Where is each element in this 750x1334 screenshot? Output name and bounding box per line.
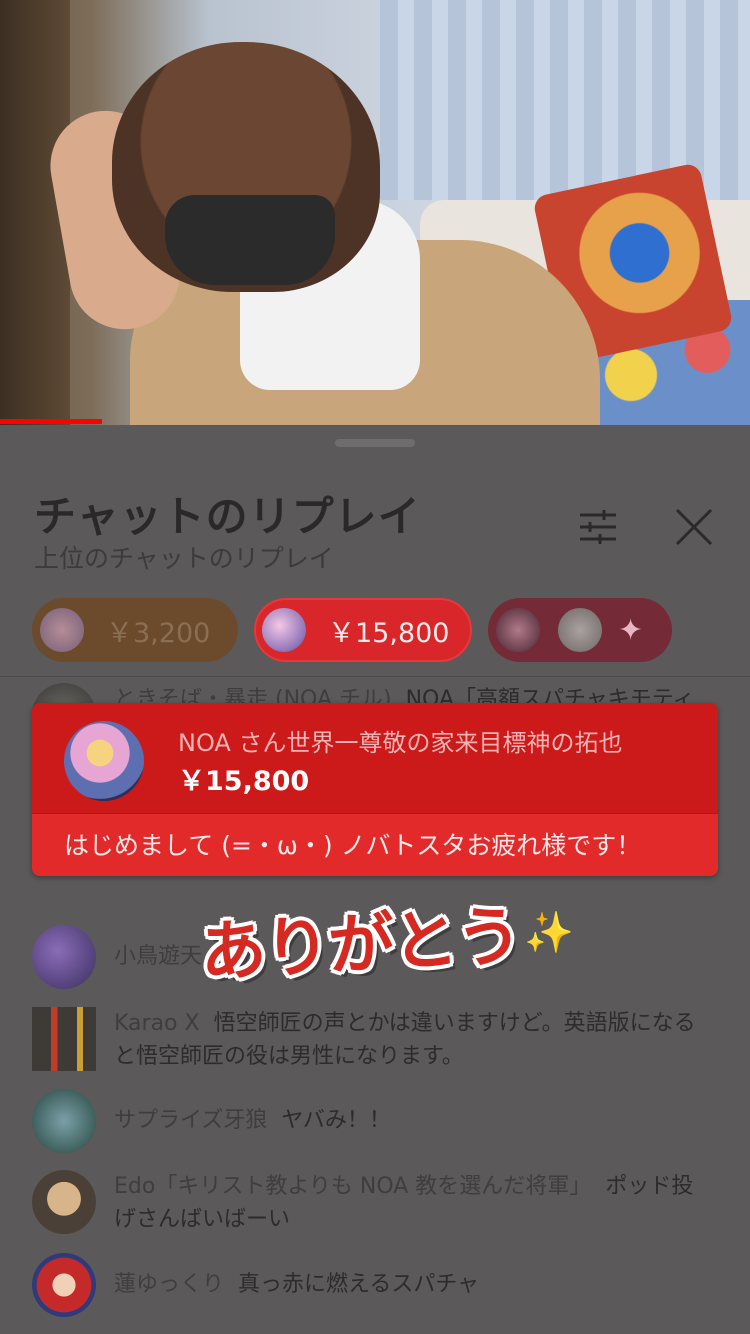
sparkle-icon: ✨ [524,910,574,956]
message-author: 小鳥遊天 [114,944,203,969]
superchat-chip-selected[interactable]: ￥15,800 [254,598,472,662]
message-author: Karao X [114,1011,200,1036]
avatar[interactable] [32,1170,96,1234]
message-text: ヤバみ！！ [281,1108,391,1133]
avatar[interactable] [32,1089,96,1153]
chat-message: Edo「キリスト教よりも NOA 教を選んだ将軍」 ポッド投げさんばいばーい [32,1170,722,1236]
avatar [496,608,540,652]
avatar [262,608,306,652]
sparkles-icon: ✦ [618,612,644,648]
superchat-chip[interactable]: ✦ [488,598,672,662]
chip-amount: ￥15,800 [328,617,450,649]
avatar[interactable] [32,925,96,989]
video-progress-bar[interactable] [0,419,102,424]
face-mask [165,195,335,285]
video-player[interactable] [0,0,750,425]
sticker-avatar [558,608,602,652]
message-author: サプライズ牙狼 [114,1108,268,1133]
chat-replay-sheet: チャットのリプレイ 上位のチャットのリプレイ ￥3,200 ￥15,800 ✦ … [0,425,750,1334]
superchat-message: はじめまして (=・ω・) ノバトスタお疲れ様です！ [32,813,718,876]
message-text: 悟空師匠の声とかは違いますけど。英語版になると悟空師匠の役は男性になります。 [114,1011,696,1069]
chat-message: サプライズ牙狼 ヤバみ！！ [32,1089,722,1153]
avatar[interactable] [32,1007,96,1071]
superchat-chip[interactable]: ￥3,200 [32,598,238,662]
divider [0,676,750,677]
close-icon[interactable] [674,507,714,547]
sheet-subtitle[interactable]: 上位のチャットのリプレイ [34,539,334,575]
chat-message: Karao X 悟空師匠の声とかは違いますけど。英語版になると悟空師匠の役は男性に… [32,1007,722,1073]
message-author: 蓮ゆっくり [114,1272,225,1297]
drag-handle[interactable] [335,439,415,447]
chat-message: 蓮ゆっくり 真っ赤に燃えるスパチャ [32,1253,722,1317]
filter-icon[interactable] [578,509,618,545]
chip-amount: ￥3,200 [106,617,211,649]
avatar[interactable] [32,1253,96,1317]
superchat-card[interactable]: NOA さん世界一尊敬の家来目標神の拓也 ￥15,800 はじめまして (=・ω… [32,703,718,876]
avatar[interactable] [64,721,144,801]
thank-you-sticker: ありがとう [198,896,523,992]
message-author: Edo「キリスト教よりも NOA 教を選んだ将軍」 [114,1174,592,1199]
avatar [40,608,84,652]
superchat-author: NOA さん世界一尊敬の家来目標神の拓也 [178,729,623,757]
message-text: 真っ赤に燃えるスパチャ [238,1272,480,1297]
superchat-header: NOA さん世界一尊敬の家来目標神の拓也 ￥15,800 [32,703,718,813]
sheet-title: チャットのリプレイ [34,492,421,541]
superchat-amount: ￥15,800 [178,766,310,797]
